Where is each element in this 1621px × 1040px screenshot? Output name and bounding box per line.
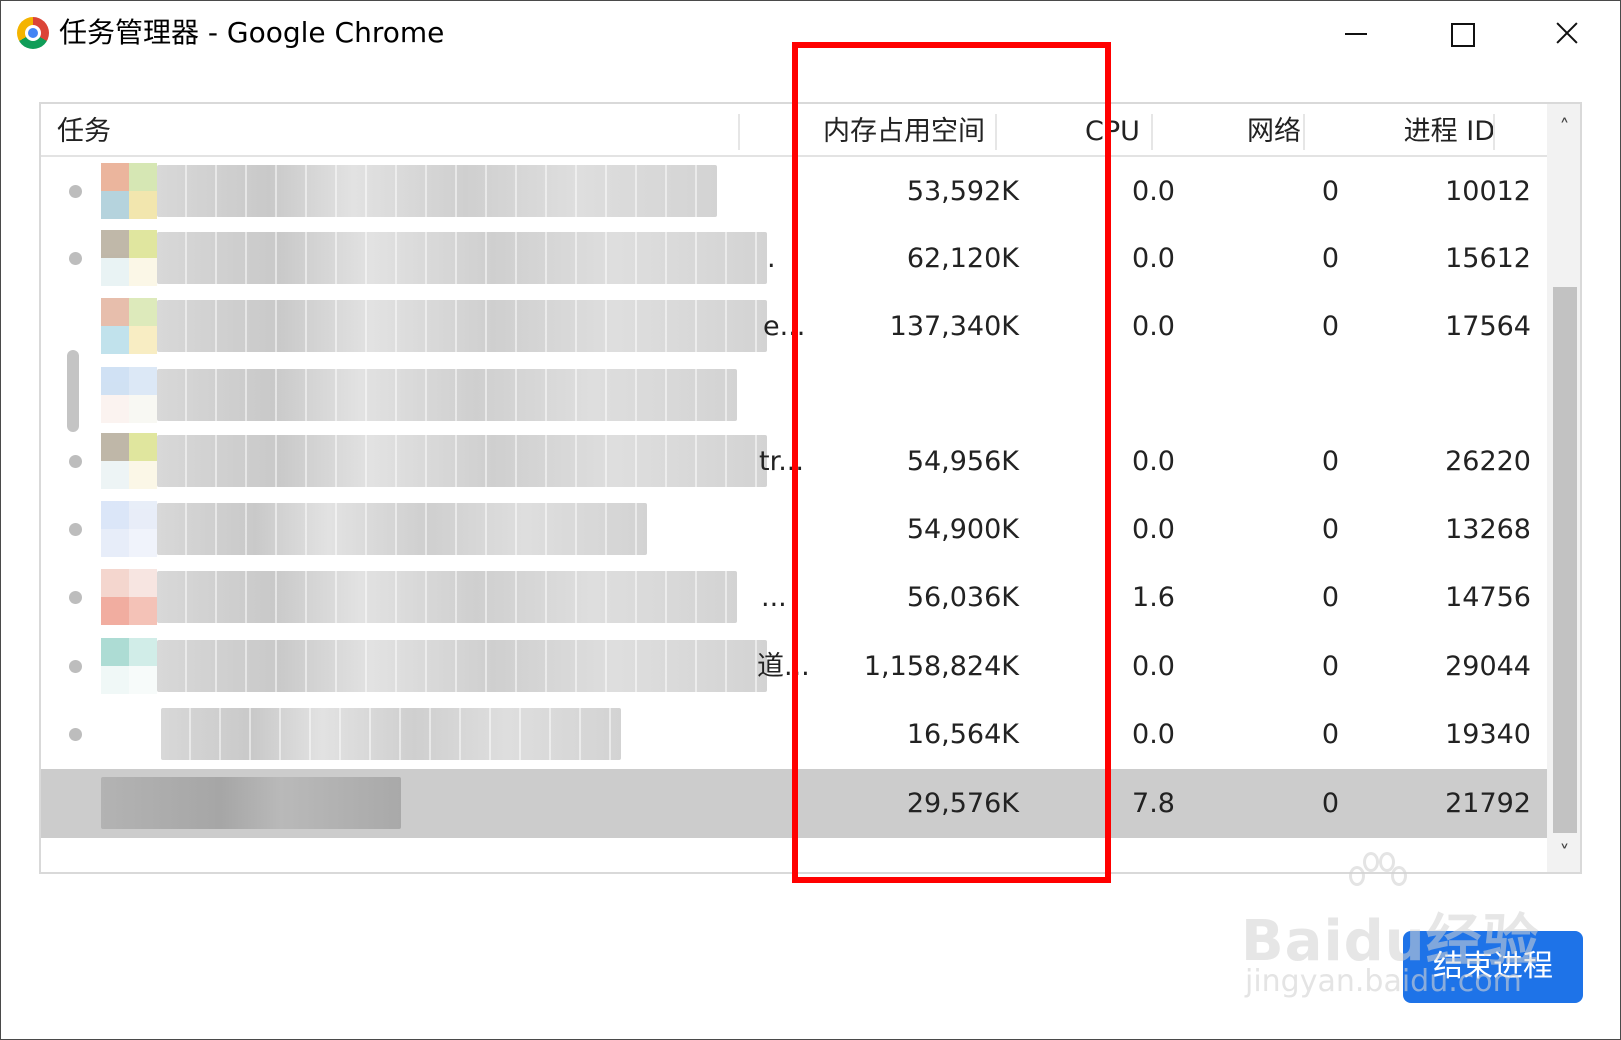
favicon-icon xyxy=(101,298,157,354)
task-name-redacted xyxy=(157,369,737,421)
task-name-redacted xyxy=(161,708,621,760)
scroll-down-icon[interactable]: ˅ xyxy=(1547,838,1580,868)
chrome-icon xyxy=(17,17,49,49)
pid-value: 15612 xyxy=(1445,243,1531,274)
pid-value: 29044 xyxy=(1445,651,1531,682)
cpu-value: 7.8 xyxy=(1132,788,1175,819)
pid-value: 17564 xyxy=(1445,311,1531,342)
task-name-redacted xyxy=(157,571,737,623)
pid-value: 10012 xyxy=(1445,176,1531,207)
cpu-value: 0.0 xyxy=(1132,243,1175,274)
network-value: 0 xyxy=(1321,582,1339,613)
network-value: 0 xyxy=(1321,788,1339,819)
process-dot-icon xyxy=(69,591,82,604)
column-header-network[interactable]: 网络 xyxy=(1247,104,1301,155)
scroll-thumb[interactable] xyxy=(1553,287,1577,833)
network-value: 0 xyxy=(1321,514,1339,545)
cpu-value: 0.0 xyxy=(1132,446,1175,477)
process-dot-icon xyxy=(69,252,82,265)
maximize-icon[interactable] xyxy=(1431,11,1491,55)
task-name-redacted xyxy=(157,300,767,352)
vertical-scrollbar[interactable]: ˄ ˅ xyxy=(1547,104,1580,872)
cpu-value: 0.0 xyxy=(1132,719,1175,750)
process-dot-icon xyxy=(69,660,82,673)
network-value: 0 xyxy=(1321,719,1339,750)
pid-value: 13268 xyxy=(1445,514,1531,545)
process-dot-icon xyxy=(69,185,82,198)
column-header-pid[interactable]: 进程 ID xyxy=(1404,104,1495,155)
task-name-tail: . xyxy=(767,243,776,274)
close-icon[interactable] xyxy=(1536,11,1596,55)
task-name-redacted xyxy=(101,777,401,829)
pid-value: 26220 xyxy=(1445,446,1531,477)
pid-value: 21792 xyxy=(1445,788,1531,819)
task-name-redacted xyxy=(157,503,647,555)
horizontal-scroll-handle[interactable] xyxy=(67,350,79,432)
process-dot-icon xyxy=(69,523,82,536)
column-divider[interactable] xyxy=(1303,114,1305,150)
task-name-redacted xyxy=(157,165,717,217)
favicon-icon xyxy=(101,569,157,625)
pid-value: 14756 xyxy=(1445,582,1531,613)
task-manager-window: 任务管理器 - Google Chrome 任务 内存占用空间 CPU 网络 进… xyxy=(0,0,1621,1040)
cpu-value: 1.6 xyxy=(1132,582,1175,613)
network-value: 0 xyxy=(1321,446,1339,477)
column-divider[interactable] xyxy=(1493,114,1495,150)
network-value: 0 xyxy=(1321,651,1339,682)
task-name-redacted xyxy=(157,435,767,487)
minimize-icon[interactable] xyxy=(1327,11,1387,55)
favicon-icon xyxy=(101,638,157,694)
network-value: 0 xyxy=(1321,176,1339,207)
column-divider[interactable] xyxy=(738,114,740,150)
process-dot-icon xyxy=(69,455,82,468)
favicon-icon xyxy=(101,367,157,423)
process-dot-icon xyxy=(69,728,82,741)
pid-value: 19340 xyxy=(1445,719,1531,750)
favicon-icon xyxy=(101,163,157,219)
window-title: 任务管理器 - Google Chrome xyxy=(59,16,445,49)
cpu-value: 0.0 xyxy=(1132,514,1175,545)
network-value: 0 xyxy=(1321,311,1339,342)
favicon-icon xyxy=(101,433,157,489)
cpu-value: 0.0 xyxy=(1132,311,1175,342)
task-name-redacted xyxy=(157,640,767,692)
network-value: 0 xyxy=(1321,243,1339,274)
end-process-button[interactable]: 结束进程 xyxy=(1403,931,1583,1003)
memory-column-highlight xyxy=(792,42,1111,883)
scroll-up-icon[interactable]: ˄ xyxy=(1547,112,1580,142)
column-header-task[interactable]: 任务 xyxy=(57,104,111,155)
cpu-value: 0.0 xyxy=(1132,651,1175,682)
column-divider[interactable] xyxy=(1151,114,1153,150)
task-name-redacted xyxy=(157,232,767,284)
favicon-icon xyxy=(101,501,157,557)
favicon-icon xyxy=(101,230,157,286)
task-name-tail: ... xyxy=(761,582,787,613)
cpu-value: 0.0 xyxy=(1132,176,1175,207)
